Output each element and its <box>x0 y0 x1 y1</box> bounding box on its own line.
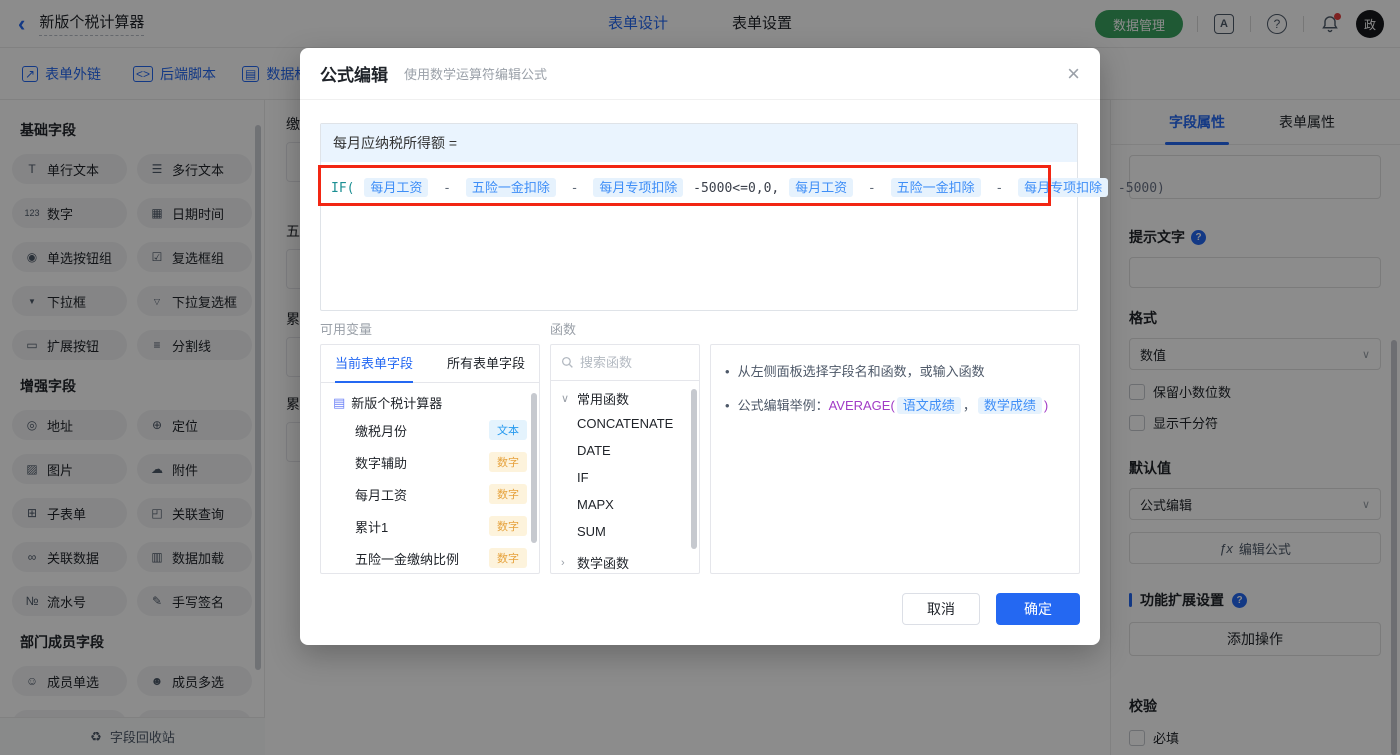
variables-tree-root[interactable]: ▤ 新版个税计算器 <box>321 383 539 414</box>
variables-panel: 当前表单字段 所有表单字段 ▤ 新版个税计算器 缴税月份 文本 数字辅助 数字 每月… <box>320 344 540 574</box>
function-group-common[interactable]: ∨ 常用函数 <box>551 381 699 410</box>
formula-token-chip[interactable]: 每月工资 <box>789 178 854 197</box>
variable-item[interactable]: 缴税月份 文本 <box>321 414 539 446</box>
formula-token-chip[interactable]: 每月工资 <box>364 178 429 197</box>
variable-item[interactable]: 每月工资 数字 <box>321 478 539 510</box>
type-badge: 数字 <box>489 548 527 568</box>
document-icon: ▤ <box>333 394 346 410</box>
formula-token-fn: IF( <box>331 181 355 196</box>
formula-editor-area[interactable]: 每月应纳税所得额 = IF( 每月工资 - 五险一金扣除 - 每月专项扣除 -5… <box>320 123 1165 311</box>
formula-token-op: - <box>995 181 1004 196</box>
type-badge: 数字 <box>489 484 527 504</box>
tab-all-form-fields[interactable]: 所有表单字段 <box>447 345 525 383</box>
chevron-right-icon: › <box>561 556 565 569</box>
chevron-down-icon: ∨ <box>561 393 570 405</box>
type-badge: 数字 <box>489 452 527 472</box>
function-search-input[interactable] <box>580 355 680 370</box>
formula-token-op: - <box>443 181 451 196</box>
function-item[interactable]: CONCATENATE <box>551 410 699 437</box>
type-badge: 数字 <box>489 516 527 536</box>
formula-token-chip[interactable]: 五险一金扣除 <box>890 178 981 197</box>
tab-current-form-fields[interactable]: 当前表单字段 <box>335 345 414 383</box>
formula-token-op: - <box>570 181 579 196</box>
variable-item[interactable]: 数字辅助 数字 <box>321 446 539 478</box>
tip-example-line: • 公式编辑举例：AVERAGE(语文成绩，数学成绩) <box>725 397 1049 414</box>
function-item[interactable]: SUM <box>551 518 699 545</box>
tip-line: • 从左侧面板选择字段名和函数，或输入函数 <box>725 364 985 379</box>
example-chip: 数学成绩 <box>977 397 1042 414</box>
function-group-math[interactable]: › 数学函数 <box>551 545 699 573</box>
cancel-button[interactable]: 取消 <box>902 593 980 625</box>
function-item[interactable]: MAPX <box>551 491 699 518</box>
functions-section-label: 函数 <box>550 322 577 337</box>
modal-subtitle: 使用数学运算符编辑公式 <box>404 67 548 82</box>
formula-target-label: 每月应纳税所得额 = <box>321 124 1077 162</box>
close-icon[interactable]: × <box>1067 62 1080 85</box>
variables-section-label: 可用变量 <box>320 322 373 337</box>
example-fn: AVERAGE( <box>828 398 895 413</box>
variable-item[interactable]: 累计1 数字 <box>321 510 539 542</box>
type-badge: 文本 <box>489 420 527 440</box>
formula-token-chip[interactable]: 每月专项扣除 <box>1018 178 1109 197</box>
modal-title: 公式编辑 <box>320 66 388 85</box>
variable-item[interactable]: 五险一金缴纳比例 数字 <box>321 542 539 573</box>
formula-editor-modal: 公式编辑 使用数学运算符编辑公式 × 每月应纳税所得额 = IF( 每月工资 -… <box>300 48 1165 645</box>
tips-panel: • 从左侧面板选择字段名和函数，或输入函数 • 公式编辑举例：AVERAGE(语… <box>710 344 1080 574</box>
formula-token-chip[interactable]: 每月专项扣除 <box>593 178 684 197</box>
formula-token-chip[interactable]: 五险一金扣除 <box>465 178 556 197</box>
functions-scrollbar[interactable] <box>691 389 697 549</box>
functions-panel: ∨ 常用函数 CONCATENATE DATE IF MAPX SUM › 数学… <box>550 344 700 574</box>
variables-scrollbar[interactable] <box>531 393 537 543</box>
confirm-button[interactable]: 确定 <box>996 593 1080 625</box>
formula-token-op: - <box>867 181 876 196</box>
function-item[interactable]: DATE <box>551 437 699 464</box>
search-icon <box>561 356 573 368</box>
app: ‹ 新版个税计算器 表单设计 表单设置 数据管理 A ? 政 ↗ 表单外链 <>… <box>0 0 1400 755</box>
function-item[interactable]: IF <box>551 464 699 491</box>
formula-expression[interactable]: IF( 每月工资 - 五险一金扣除 - 每月专项扣除 -5000<=0,0, 每… <box>321 162 1165 197</box>
formula-token-num: -5000<=0,0, <box>693 181 780 196</box>
formula-token-num: -5000) <box>1117 181 1165 196</box>
function-search[interactable] <box>551 345 699 381</box>
example-chip: 语文成绩 <box>896 397 961 414</box>
